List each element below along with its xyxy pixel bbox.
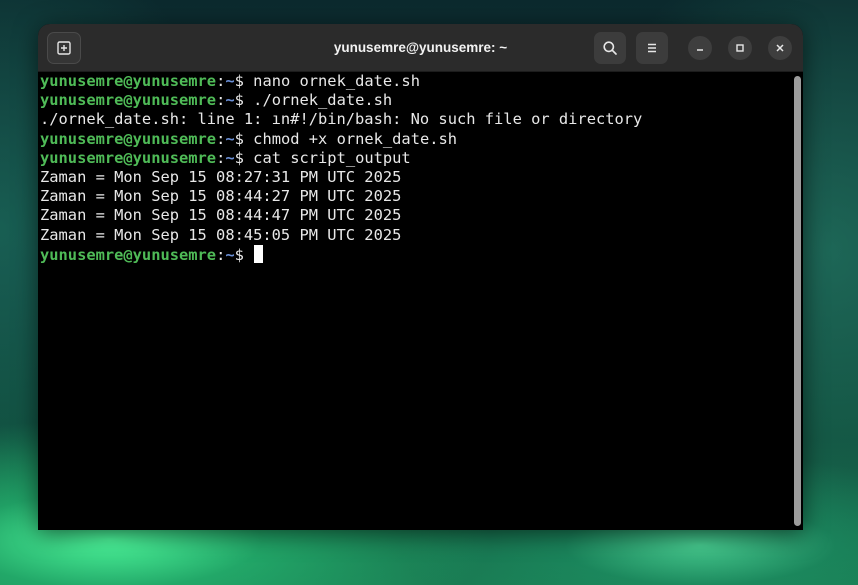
prompt-user-host: yunusemre@yunusemre bbox=[40, 148, 217, 167]
prompt-path: ~ bbox=[225, 72, 235, 90]
prompt-user-host: yunusemre@yunusemre bbox=[40, 72, 217, 90]
search-icon bbox=[603, 41, 617, 55]
prompt-path: ~ bbox=[225, 148, 235, 167]
prompt-user-host: yunusemre@yunusemre bbox=[40, 91, 217, 110]
menu-button[interactable] bbox=[636, 32, 668, 64]
prompt-path: ~ bbox=[225, 91, 235, 110]
terminal-window: yunusemre@yunusemre: ~ yunusemre@yunusem… bbox=[38, 24, 803, 530]
maximize-button[interactable] bbox=[728, 36, 752, 60]
prompt-colon: : bbox=[216, 245, 226, 264]
prompt-symbol: $ bbox=[234, 129, 254, 148]
prompt-colon: : bbox=[216, 91, 226, 110]
close-button[interactable] bbox=[768, 36, 792, 60]
command-text: chmod +x ornek_date.sh bbox=[253, 129, 458, 148]
prompt-user-host: yunusemre@yunusemre bbox=[40, 129, 217, 148]
output-line: Zaman = Mon Sep 15 08:27:31 PM UTC 2025 bbox=[40, 168, 791, 187]
prompt-line: yunusemre@yunusemre:~$ nano ornek_date.s… bbox=[40, 72, 791, 91]
output-line: ./ornek_date.sh: line 1: ın#!/bin/bash: … bbox=[40, 110, 791, 129]
new-tab-button[interactable] bbox=[47, 32, 81, 64]
output-line: Zaman = Mon Sep 15 08:44:27 PM UTC 2025 bbox=[40, 187, 791, 206]
prompt-path: ~ bbox=[225, 129, 235, 148]
output-text: Zaman = Mon Sep 15 08:27:31 PM UTC 2025 bbox=[40, 167, 402, 186]
close-icon bbox=[776, 44, 784, 52]
new-tab-icon bbox=[57, 41, 71, 55]
output-line: Zaman = Mon Sep 15 08:44:47 PM UTC 2025 bbox=[40, 206, 791, 225]
prompt-symbol: $ bbox=[234, 72, 254, 90]
output-line: Zaman = Mon Sep 15 08:45:05 PM UTC 2025 bbox=[40, 226, 791, 245]
search-button[interactable] bbox=[594, 32, 626, 64]
output-text: ./ornek_date.sh: line 1: ın#!/bin/bash: … bbox=[40, 110, 643, 129]
command-text: nano ornek_date.sh bbox=[253, 72, 420, 90]
prompt-symbol: $ bbox=[234, 245, 254, 264]
minimize-icon bbox=[697, 49, 703, 51]
command-text: cat script_output bbox=[253, 148, 411, 167]
prompt-colon: : bbox=[216, 148, 226, 167]
prompt-path: ~ bbox=[225, 245, 235, 264]
prompt-line: yunusemre@yunusemre:~$ cat script_output bbox=[40, 149, 791, 168]
terminal-output[interactable]: yunusemre@yunusemre:~$ nano ornek_date.s… bbox=[38, 72, 791, 530]
maximize-icon bbox=[736, 44, 744, 52]
prompt-colon: : bbox=[216, 129, 226, 148]
prompt-symbol: $ bbox=[234, 148, 254, 167]
prompt-line: yunusemre@yunusemre:~$ chmod +x ornek_da… bbox=[40, 130, 791, 149]
title-bar[interactable]: yunusemre@yunusemre: ~ bbox=[38, 24, 803, 72]
text-cursor bbox=[254, 244, 264, 263]
hamburger-menu-icon bbox=[648, 43, 656, 53]
prompt-symbol: $ bbox=[234, 91, 254, 110]
output-text: Zaman = Mon Sep 15 08:45:05 PM UTC 2025 bbox=[40, 225, 402, 244]
prompt-line: yunusemre@yunusemre:~$ bbox=[40, 244, 791, 264]
output-text: Zaman = Mon Sep 15 08:44:47 PM UTC 2025 bbox=[40, 206, 402, 225]
prompt-colon: : bbox=[216, 72, 226, 90]
prompt-user-host: yunusemre@yunusemre bbox=[40, 245, 217, 264]
prompt-line: yunusemre@yunusemre:~$ ./ornek_date.sh bbox=[40, 91, 791, 110]
scrollbar[interactable] bbox=[794, 76, 801, 526]
minimize-button[interactable] bbox=[688, 36, 712, 60]
command-text: ./ornek_date.sh bbox=[253, 91, 393, 110]
output-text: Zaman = Mon Sep 15 08:44:27 PM UTC 2025 bbox=[40, 187, 402, 206]
